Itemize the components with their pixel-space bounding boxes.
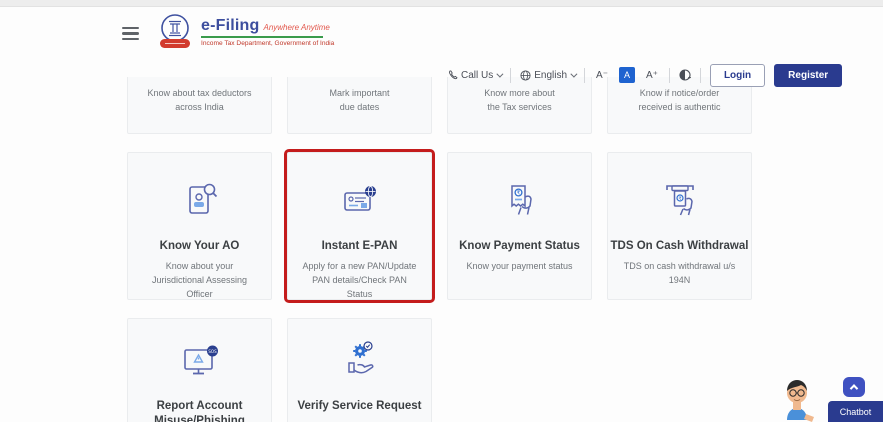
card-subtitle: Know if notice/order received is authent… (638, 88, 721, 113)
document-person-search-icon (128, 177, 271, 225)
chatbot-label: Chatbot (839, 406, 872, 417)
chevron-down-icon (496, 70, 504, 78)
card-subtitle: TDS on cash withdrawal u/s 194N (623, 260, 736, 285)
card-subtitle: Know your payment status (466, 260, 573, 271)
chevron-down-icon (570, 70, 578, 78)
card-subtitle: Know about tax deductors across India (147, 88, 252, 113)
chatbot-expand-button[interactable] (843, 377, 865, 397)
svg-text:₹: ₹ (678, 196, 681, 202)
card-subtitle: Mark important due dates (329, 88, 390, 113)
font-decrease-button[interactable]: A⁻ (594, 69, 610, 82)
contrast-toggle-icon[interactable] (679, 69, 691, 81)
brand-tagline: Anywhere Anytime (263, 23, 330, 32)
divider (584, 67, 586, 83)
card-subtitle: Know about your Jurisdictional Assessing… (151, 260, 248, 299)
font-increase-button[interactable]: A⁺ (644, 69, 660, 82)
login-button[interactable]: Login (709, 63, 766, 87)
svg-text:SOS: SOS (208, 349, 217, 354)
atm-cash-hand-icon: ₹ (608, 177, 751, 225)
chatbot-avatar[interactable] (773, 374, 821, 422)
card-know-payment-status[interactable]: ₹ Know Payment Status Know your payment … (447, 152, 592, 300)
divider (510, 67, 512, 83)
divider (699, 67, 701, 83)
divider (668, 67, 670, 83)
card-title: Instant E-PAN (321, 240, 398, 252)
card-subtitle: Apply for a new PAN/Update PAN details/C… (302, 260, 417, 299)
card-report-misuse-phishing[interactable]: SOS Report Account Misuse/Phishing (127, 318, 272, 422)
globe-icon (520, 69, 531, 81)
card-title: TDS On Cash Withdrawal (610, 240, 749, 252)
chevron-up-icon (849, 384, 859, 393)
brand-department: Income Tax Department, Government of Ind… (201, 40, 335, 47)
call-us-label: Call Us (461, 69, 494, 81)
card-tds-cash-withdrawal[interactable]: ₹ TDS On Cash Withdrawal TDS on cash wit… (607, 152, 752, 300)
card-instant-epan[interactable]: Instant E-PAN Apply for a new PAN/Update… (284, 149, 435, 303)
card-verify-service-request[interactable]: Verify Service Request Verify pending se… (287, 318, 432, 422)
card-know-your-ao[interactable]: Know Your AO Know about your Jurisdictio… (127, 152, 272, 300)
toolbar: Call Us English A⁻ A A⁺ Login Register (448, 62, 843, 88)
brand-underline (201, 36, 323, 38)
hamburger-menu-icon[interactable] (122, 27, 139, 40)
chatbot-widget: Chatbot (773, 372, 883, 422)
pan-card-globe-icon (288, 177, 431, 225)
efiling-portal-page: e-Filing Anywhere Anytime Income Tax Dep… (0, 0, 883, 422)
brand-text: e-Filing Anywhere Anytime Income Tax Dep… (201, 17, 334, 47)
card-title: Report Account Misuse/Phishing (154, 400, 245, 422)
card-title: Know Payment Status (459, 240, 580, 252)
monitor-warning-icon: SOS (128, 337, 271, 385)
brand-title: e-Filing (201, 17, 260, 34)
phone-icon (449, 70, 458, 80)
language-dropdown[interactable]: English (520, 69, 578, 81)
browser-top-strip (0, 0, 883, 7)
card-title: Verify Service Request (297, 400, 422, 412)
call-us-dropdown[interactable]: Call Us (448, 69, 504, 81)
card-subtitle: Know more about the Tax services (484, 88, 555, 113)
hand-gear-check-icon (288, 337, 431, 385)
register-button[interactable]: Register (774, 63, 843, 87)
income-tax-emblem-icon (156, 12, 194, 52)
card-title: Know Your AO (159, 240, 240, 252)
receipt-in-hand-icon: ₹ (448, 177, 591, 225)
chatbot-button[interactable]: Chatbot (828, 401, 883, 422)
svg-text:₹: ₹ (516, 190, 520, 197)
font-normal-button[interactable]: A (619, 67, 635, 83)
language-label: English (534, 69, 568, 81)
